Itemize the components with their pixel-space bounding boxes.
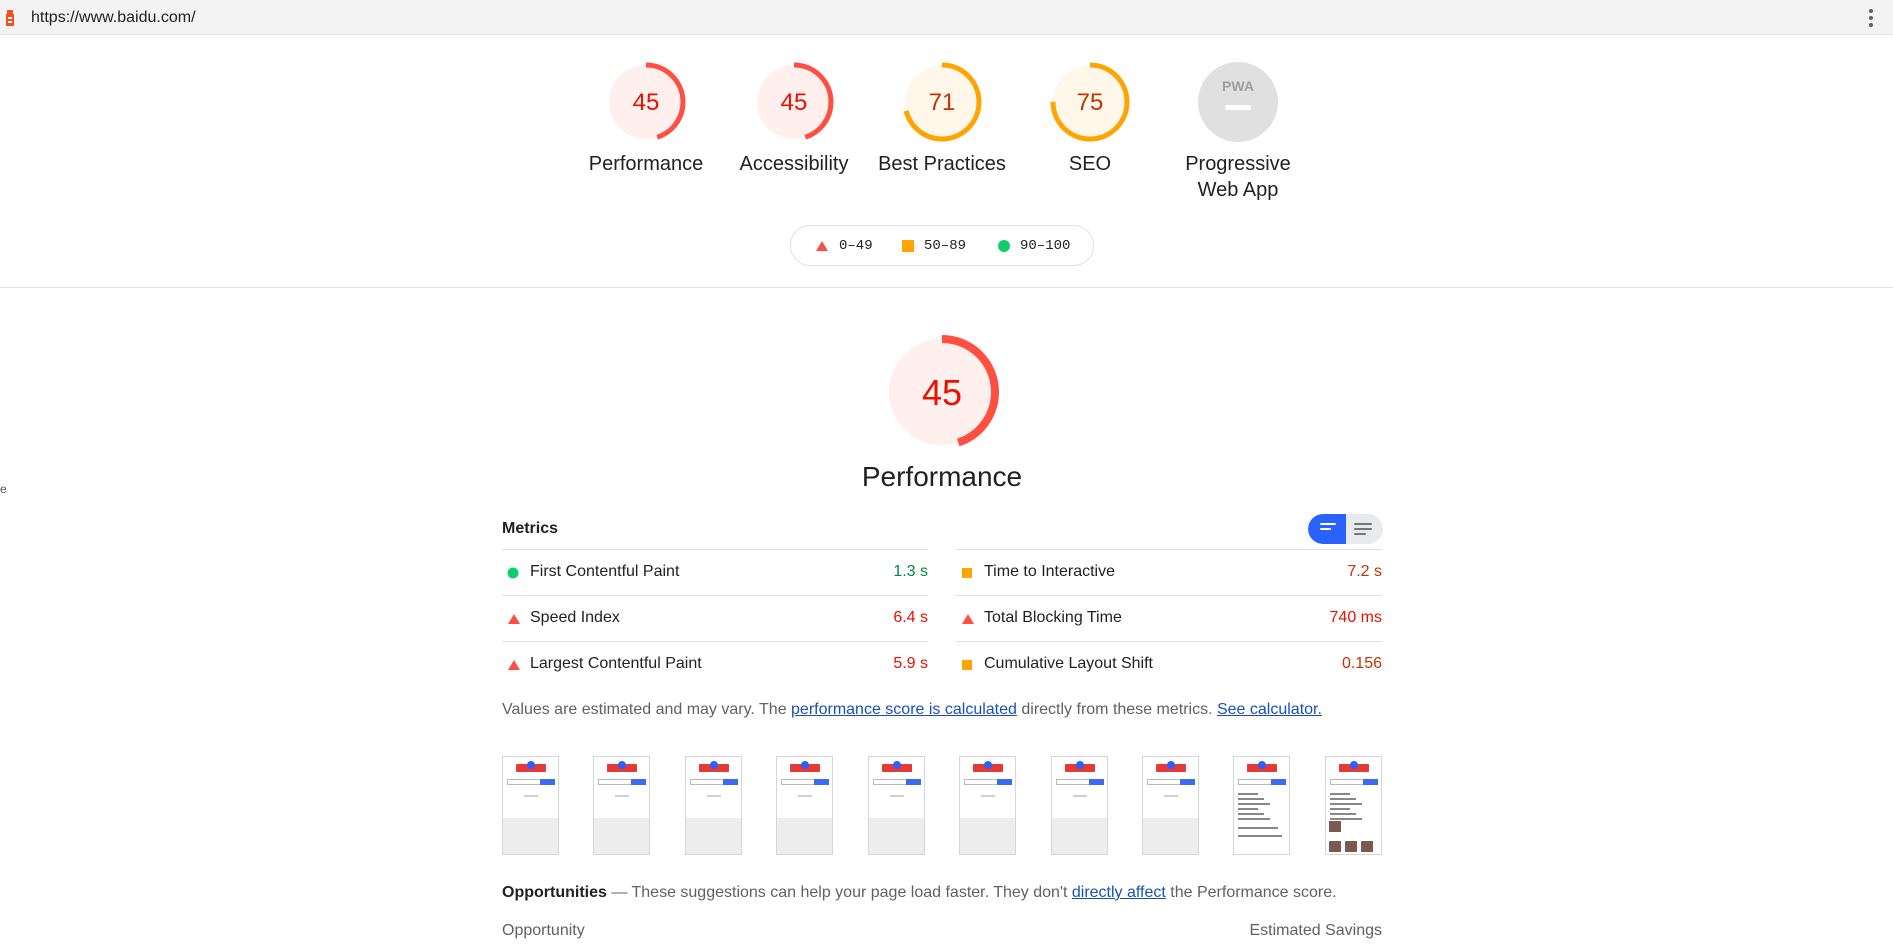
see-calculator-link[interactable]: See calculator. bbox=[1217, 701, 1322, 718]
metric-row: Cumulative Layout Shift 0.156 bbox=[956, 641, 1382, 687]
metrics-column-left: First Contentful Paint 1.3 s Speed Index 6.… bbox=[502, 549, 928, 687]
metric-value: 5.9 s bbox=[893, 655, 928, 672]
gauge-best-practices[interactable]: 71 Best Practices bbox=[868, 61, 1016, 177]
metric-value: 1.3 s bbox=[893, 563, 928, 580]
pass-circle-icon bbox=[507, 567, 519, 579]
metric-value: 7.2 s bbox=[1347, 563, 1382, 580]
metric-name: Speed Index bbox=[530, 609, 620, 626]
pass-circle-icon bbox=[998, 240, 1010, 252]
metric-name: Total Blocking Time bbox=[984, 609, 1122, 626]
metrics-view-toggle[interactable] bbox=[1308, 514, 1383, 544]
opportunity-column-header: Opportunity bbox=[502, 922, 585, 939]
gauge-performance[interactable]: 45 Performance bbox=[572, 61, 720, 177]
metric-row: Speed Index 6.4 s bbox=[502, 595, 928, 641]
average-square-icon bbox=[902, 240, 914, 252]
filmstrip-frame bbox=[685, 756, 742, 855]
section-divider bbox=[0, 287, 1893, 288]
address-bar: https://www.baidu.com/ bbox=[0, 0, 1893, 35]
opportunities-suffix: the Performance score. bbox=[1165, 884, 1337, 901]
gauge-label-pwa-2: Web App bbox=[1197, 179, 1279, 201]
note-prefix: Values are estimated and may vary. The bbox=[502, 701, 792, 718]
average-square-icon bbox=[962, 568, 972, 578]
gauge-pwa[interactable]: PWA Progressive Web App bbox=[1164, 61, 1312, 203]
directly-affect-link[interactable]: directly affect bbox=[1072, 884, 1166, 901]
gauge-label: Best Practices bbox=[878, 153, 1006, 175]
filmstrip-frame bbox=[776, 756, 833, 855]
metric-value: 0.156 bbox=[1341, 655, 1382, 672]
fail-triangle-icon bbox=[816, 241, 828, 251]
metric-row: Time to Interactive 7.2 s bbox=[956, 549, 1382, 595]
gauge-accessibility[interactable]: 45 Accessibility bbox=[720, 61, 868, 177]
score-calculated-link[interactable]: performance score is calculated bbox=[791, 701, 1017, 718]
metric-name: Time to Interactive bbox=[984, 563, 1116, 580]
gauge-seo[interactable]: 75 SEO bbox=[1016, 61, 1164, 177]
gauge-score: 71 bbox=[929, 89, 956, 116]
compact-view-icon bbox=[1320, 523, 1336, 533]
gauge-score: 45 bbox=[781, 89, 808, 116]
page-url[interactable]: https://www.baidu.com/ bbox=[31, 9, 196, 27]
legend-fail: 0–49 bbox=[839, 238, 873, 254]
estimated-savings-column-header: Estimated Savings bbox=[1249, 922, 1382, 939]
fail-triangle-icon bbox=[508, 660, 520, 670]
gauge-label: Accessibility bbox=[739, 153, 849, 175]
gauge-score: 45 bbox=[633, 89, 660, 116]
opportunities-title: Opportunities bbox=[502, 884, 607, 901]
performance-score-large: 45 bbox=[922, 372, 962, 413]
filmstrip-frame bbox=[959, 756, 1016, 855]
filmstrip-frame bbox=[1142, 756, 1199, 855]
metrics-column-right: Time to Interactive 7.2 s Total Blocking T… bbox=[956, 549, 1382, 687]
gauge-ring: 45 bbox=[754, 62, 834, 142]
pwa-icon: PWA bbox=[1198, 62, 1278, 142]
side-glyph: e bbox=[0, 482, 7, 496]
metrics-heading: Metrics bbox=[502, 520, 559, 537]
score-scale-legend: 0–49 50–89 90–100 bbox=[790, 225, 1094, 266]
metric-row: Largest Contentful Paint 5.9 s bbox=[502, 641, 928, 687]
filmstrip-frame bbox=[1051, 756, 1108, 855]
metric-value: 740 ms bbox=[1329, 609, 1382, 626]
average-square-icon bbox=[962, 660, 972, 670]
pwa-badge: PWA bbox=[1222, 78, 1254, 94]
opportunities-intro: Opportunities — These suggestions can he… bbox=[502, 884, 1337, 902]
performance-title: Performance bbox=[861, 461, 1023, 492]
filmstrip-frame bbox=[502, 756, 559, 855]
expanded-view-icon[interactable] bbox=[1354, 523, 1372, 538]
performance-gauge-large: 45 bbox=[885, 335, 999, 449]
metric-row: First Contentful Paint 1.3 s bbox=[502, 549, 928, 595]
filmstrip-frame bbox=[593, 756, 650, 855]
legend-pass: 90–100 bbox=[1020, 238, 1071, 254]
fail-triangle-icon bbox=[508, 614, 520, 624]
gauge-ring: 45 bbox=[606, 62, 686, 142]
gauge-ring: 71 bbox=[902, 62, 982, 142]
gauge-score: 75 bbox=[1077, 89, 1104, 116]
opportunities-text: — These suggestions can help your page l… bbox=[606, 884, 1072, 901]
gauge-label: SEO bbox=[1068, 153, 1112, 175]
metric-name: Cumulative Layout Shift bbox=[984, 655, 1153, 672]
metric-name: First Contentful Paint bbox=[530, 563, 680, 580]
lighthouse-icon bbox=[6, 10, 14, 26]
more-options-icon[interactable] bbox=[1869, 9, 1873, 27]
filmstrip-frame bbox=[1325, 756, 1382, 855]
toggle-compact-view[interactable] bbox=[1308, 514, 1346, 544]
gauge-label-pwa-1: Progressive bbox=[1185, 153, 1291, 175]
metrics-note: Values are estimated and may vary. The p… bbox=[502, 701, 1322, 719]
gauge-ring: 75 bbox=[1050, 62, 1130, 142]
metric-name: Largest Contentful Paint bbox=[530, 655, 702, 672]
fail-triangle-icon bbox=[962, 614, 974, 624]
legend-average: 50–89 bbox=[924, 238, 967, 254]
filmstrip-frame bbox=[1233, 756, 1290, 855]
gauge-label: Performance bbox=[588, 153, 704, 175]
note-middle: directly from these metrics. bbox=[1016, 701, 1217, 718]
metric-value: 6.4 s bbox=[893, 609, 928, 626]
metric-row: Total Blocking Time 740 ms bbox=[956, 595, 1382, 641]
filmstrip-frame bbox=[868, 756, 925, 855]
